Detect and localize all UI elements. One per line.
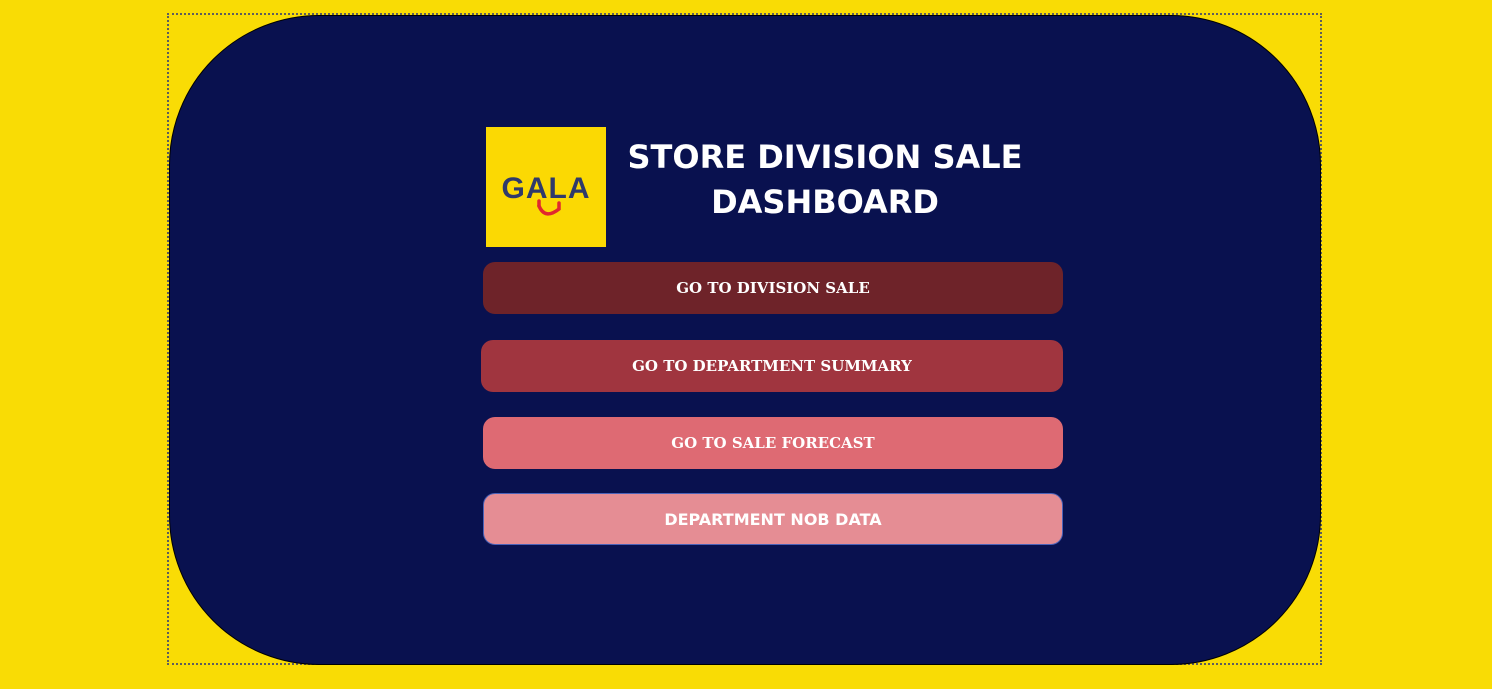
gala-logo-text: GALA (502, 172, 591, 205)
go-to-sale-forecast-button[interactable]: GO TO SALE FORECAST (483, 417, 1063, 469)
page-title-line1: STORE DIVISION SALE (627, 138, 1023, 176)
page-title: STORE DIVISION SALE DASHBOARD (620, 135, 1030, 225)
gala-logo-icon: GALA (502, 172, 591, 216)
go-to-department-summary-label: GO TO DEPARTMENT SUMMARY (632, 357, 912, 375)
page-title-line2: DASHBOARD (711, 183, 939, 221)
department-nob-data-button[interactable]: DEPARTMENT NOB DATA (483, 493, 1063, 545)
gala-logo: GALA (486, 127, 606, 247)
go-to-sale-forecast-label: GO TO SALE FORECAST (671, 434, 875, 452)
go-to-division-sale-button[interactable]: GO TO DIVISION SALE (483, 262, 1063, 314)
department-nob-data-label: DEPARTMENT NOB DATA (664, 509, 882, 529)
go-to-division-sale-label: GO TO DIVISION SALE (676, 279, 870, 297)
go-to-department-summary-button[interactable]: GO TO DEPARTMENT SUMMARY (481, 340, 1063, 392)
